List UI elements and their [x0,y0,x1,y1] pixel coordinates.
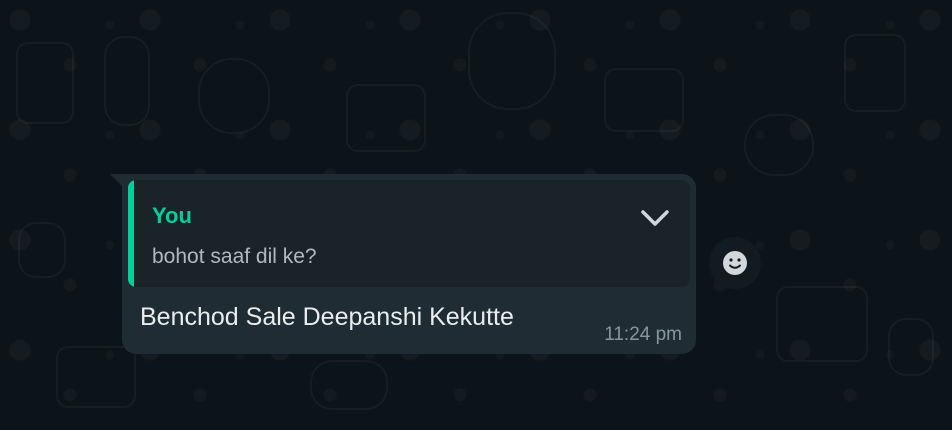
wallpaper-doodle [468,12,556,110]
wallpaper-doodle [104,36,150,126]
quoted-message-text: bohot saaf dil ke? [152,245,317,268]
wallpaper-doodle [346,84,426,152]
reaction-button[interactable] [709,237,761,289]
message-bubble[interactable]: You bohot saaf dil ke? Benchod Sale Deep… [110,174,696,354]
wallpaper-doodle [56,346,136,408]
wallpaper-doodle [604,68,684,132]
chevron-down-icon[interactable] [638,201,672,235]
quoted-reply[interactable]: You bohot saaf dil ke? [128,180,690,287]
wallpaper-doodle [888,318,934,376]
wallpaper-doodle [16,42,74,124]
quoted-author: You [152,203,192,228]
message-text: Benchod Sale Deepanshi Kekutte [140,303,514,331]
quote-accent-bar [128,180,134,287]
wallpaper-doodle [844,34,906,112]
wallpaper-doodle [198,58,270,134]
wallpaper-doodle [310,360,388,410]
wallpaper-doodle [776,286,868,362]
wallpaper-doodle [744,114,814,176]
wallpaper-doodle [18,222,66,278]
message-timestamp: 11:24 pm [604,324,682,345]
emoji-smile-icon [723,251,747,275]
